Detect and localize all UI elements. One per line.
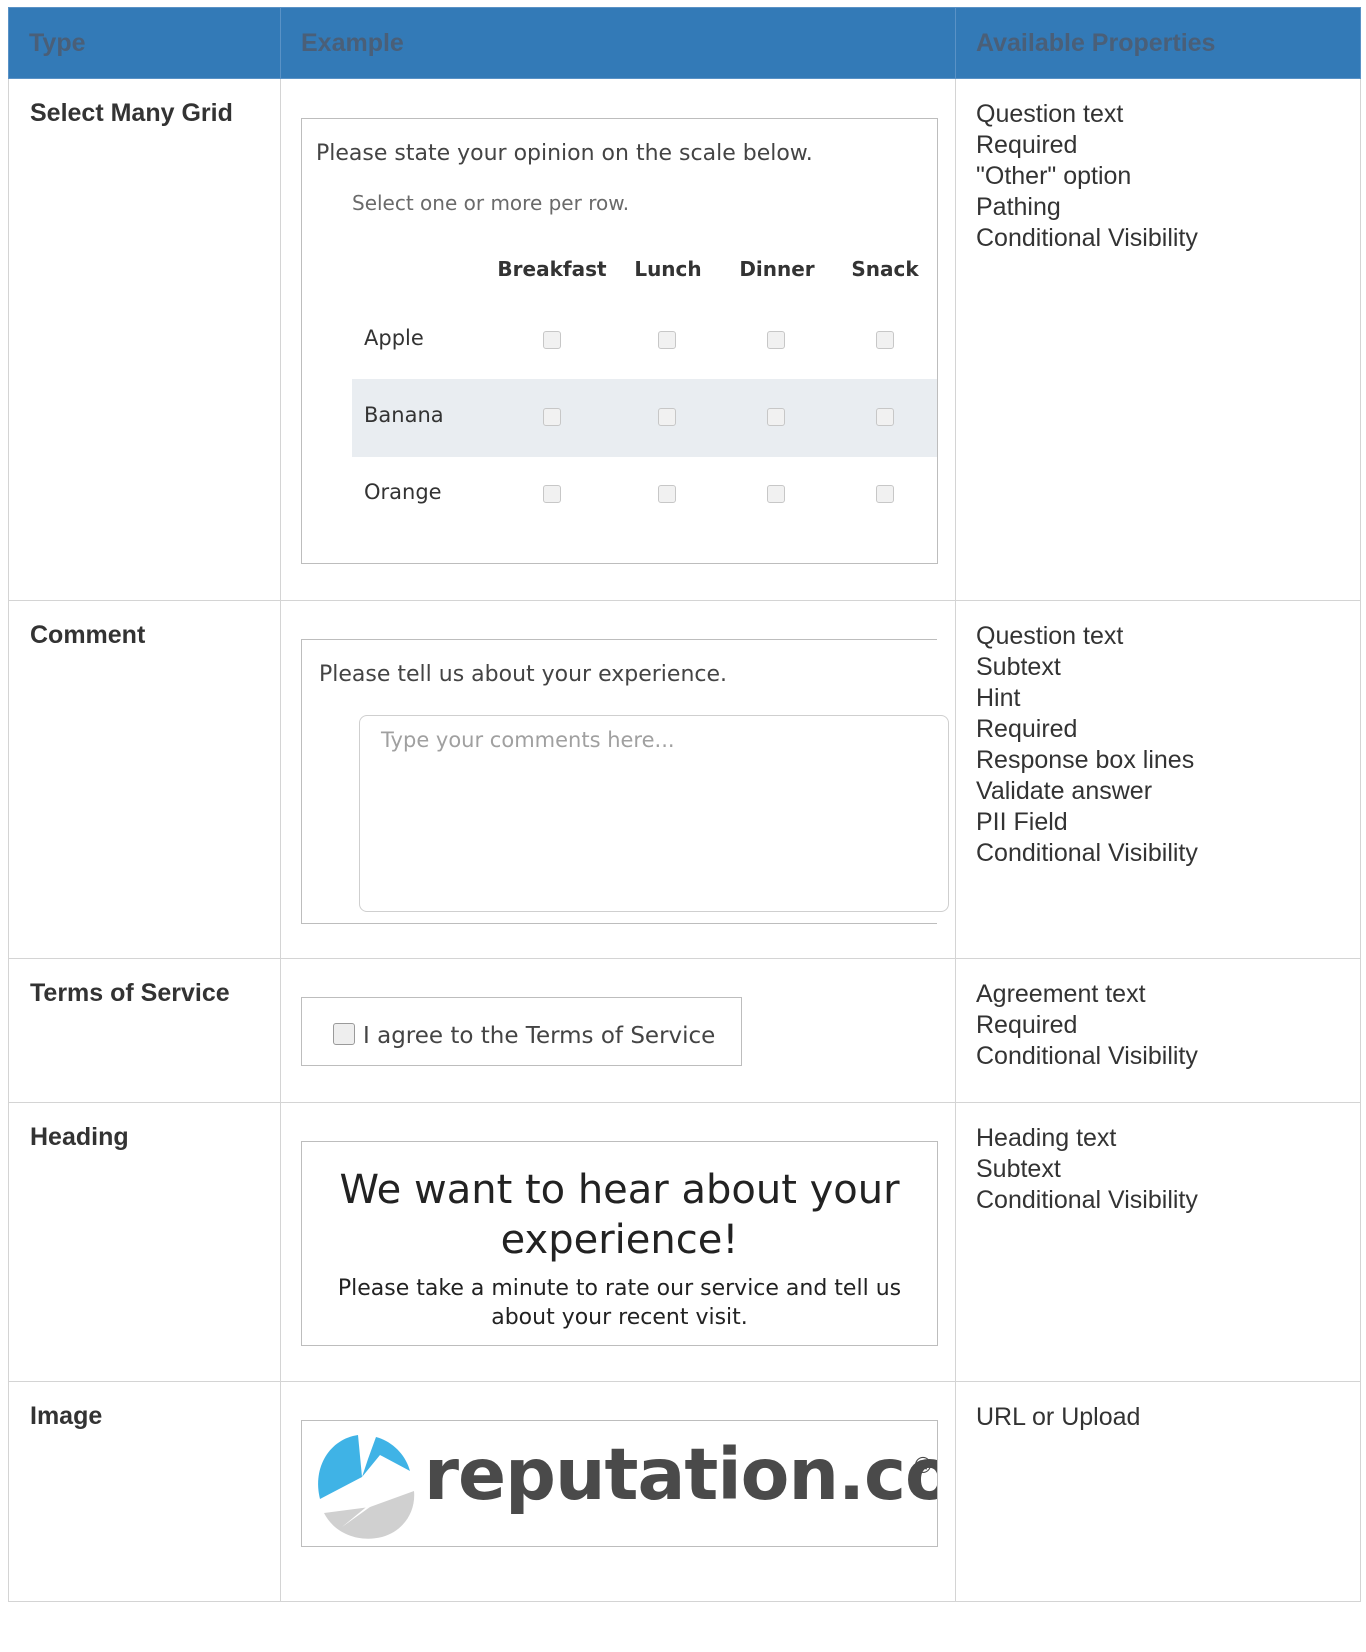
property-item: Question text xyxy=(976,622,1124,650)
type-cell: Select Many Grid xyxy=(8,78,281,601)
property-item: Conditional Visibility xyxy=(976,839,1198,867)
property-item: PII Field xyxy=(976,808,1068,836)
heading-title: We want to hear about your experience! xyxy=(302,1165,937,1265)
grid-checkbox[interactable] xyxy=(658,408,676,426)
header-type: Type xyxy=(8,7,281,79)
table-header-row: Type Example Available Properties xyxy=(8,7,1361,79)
question-subtext: Select one or more per row. xyxy=(352,191,630,215)
grid-row: Banana xyxy=(352,379,937,457)
header-example: Example xyxy=(280,7,956,79)
grid-column-header: Snack xyxy=(851,257,919,281)
grid-row: Apple xyxy=(352,302,937,380)
type-cell: Heading xyxy=(8,1102,281,1382)
table-row: Heading We want to hear about your exper… xyxy=(8,1102,1361,1382)
property-item: Required xyxy=(976,131,1078,159)
example-cell: Please state your opinion on the scale b… xyxy=(280,78,956,601)
terms-of-service-card: I agree to the Terms of Service xyxy=(301,997,742,1066)
grid-column-header: Breakfast xyxy=(497,257,607,281)
grid-checkbox[interactable] xyxy=(876,408,894,426)
grid-checkbox[interactable] xyxy=(767,485,785,503)
properties-cell: URL or Upload xyxy=(955,1381,1361,1602)
grid-checkbox[interactable] xyxy=(658,485,676,503)
heading-card: We want to hear about your experience! P… xyxy=(301,1141,938,1346)
grid-checkbox[interactable] xyxy=(767,408,785,426)
grid-row-label: Apple xyxy=(364,326,424,350)
properties-table: Type Example Available Properties Select… xyxy=(8,7,1361,1602)
grid-row: Orange xyxy=(352,456,937,534)
header-available-properties: Available Properties xyxy=(955,7,1361,79)
properties-cell: Heading text Subtext Conditional Visibil… xyxy=(955,1102,1361,1382)
example-cell: reputation.com ® xyxy=(280,1381,956,1602)
property-item: Hint xyxy=(976,684,1021,712)
properties-cell: Question text Subtext Hint Required Resp… xyxy=(955,600,1361,959)
example-cell: We want to hear about your experience! P… xyxy=(280,1102,956,1382)
properties-cell: Agreement text Required Conditional Visi… xyxy=(955,958,1361,1103)
grid-row-label: Banana xyxy=(364,403,444,427)
type-cell: Comment xyxy=(8,600,281,959)
heading-title-line: experience! xyxy=(500,1217,739,1263)
reputation-logo-mark-icon xyxy=(318,1435,415,1539)
comment-question-card: Please tell us about your experience. Ty… xyxy=(301,639,949,924)
table-row: Image reputation.com ® URL or Upload xyxy=(8,1381,1361,1602)
property-item: Required xyxy=(976,1011,1078,1039)
property-item: Conditional Visibility xyxy=(976,1186,1198,1214)
grid-row-label: Orange xyxy=(364,480,442,504)
grid-checkbox[interactable] xyxy=(876,331,894,349)
property-item: Validate answer xyxy=(976,777,1153,805)
property-item: Subtext xyxy=(976,1155,1061,1183)
image-card: reputation.com ® xyxy=(301,1420,938,1547)
table-row: Terms of Service I agree to the Terms of… xyxy=(8,958,1361,1103)
property-item: Pathing xyxy=(976,193,1061,221)
logo-wordmark: reputation.com xyxy=(424,1433,937,1516)
terms-label[interactable]: I agree to the Terms of Service xyxy=(363,1023,715,1049)
property-item: Subtext xyxy=(976,653,1061,681)
grid-checkbox[interactable] xyxy=(543,408,561,426)
grid-checkbox[interactable] xyxy=(658,331,676,349)
heading-subtext-line: about your recent visit. xyxy=(491,1305,748,1330)
property-item: Agreement text xyxy=(976,980,1146,1008)
properties-cell: Question text Required "Other" option Pa… xyxy=(955,78,1361,601)
grid-column-header: Dinner xyxy=(739,257,815,281)
terms-checkbox[interactable] xyxy=(333,1023,355,1045)
grid-checkbox[interactable] xyxy=(767,331,785,349)
question-text: Please tell us about your experience. xyxy=(319,662,728,687)
property-item: URL or Upload xyxy=(976,1403,1141,1431)
property-item: Conditional Visibility xyxy=(976,224,1198,252)
grid-checkbox[interactable] xyxy=(876,485,894,503)
registered-mark: ® xyxy=(912,1454,934,1479)
type-cell: Image xyxy=(8,1381,281,1602)
property-item: "Other" option xyxy=(976,162,1132,190)
comment-textarea[interactable]: Type your comments here... xyxy=(359,715,949,912)
table-row: Select Many Grid Please state your opini… xyxy=(8,78,1361,601)
heading-subtext-line: Please take a minute to rate our service… xyxy=(337,1276,902,1301)
heading-subtext: Please take a minute to rate our service… xyxy=(302,1274,937,1332)
grid-checkbox[interactable] xyxy=(543,331,561,349)
property-item: Response box lines xyxy=(976,746,1195,774)
grid-question-card: Please state your opinion on the scale b… xyxy=(301,118,938,564)
heading-title-line: We want to hear about your xyxy=(339,1167,900,1213)
example-cell: Please tell us about your experience. Ty… xyxy=(280,600,956,959)
type-cell: Terms of Service xyxy=(8,958,281,1103)
table-row: Comment Please tell us about your experi… xyxy=(8,600,1361,959)
property-item: Required xyxy=(976,715,1078,743)
question-text: Please state your opinion on the scale b… xyxy=(316,141,813,166)
comment-placeholder: Type your comments here... xyxy=(381,728,675,752)
property-item: Question text xyxy=(976,100,1124,128)
grid-column-header: Lunch xyxy=(634,257,702,281)
grid-checkbox[interactable] xyxy=(543,485,561,503)
property-item: Heading text xyxy=(976,1124,1117,1152)
property-item: Conditional Visibility xyxy=(976,1042,1198,1070)
example-cell: I agree to the Terms of Service xyxy=(280,958,956,1103)
